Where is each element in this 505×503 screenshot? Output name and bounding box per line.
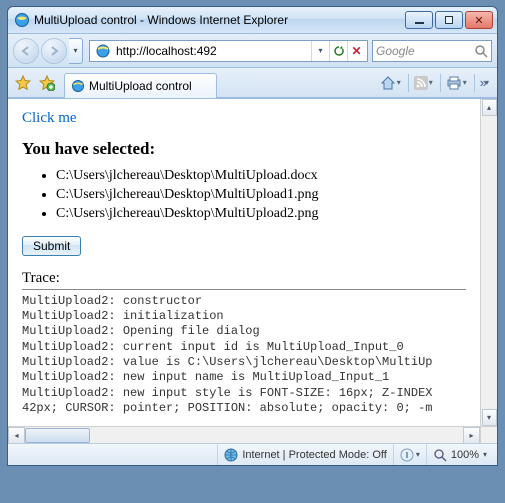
home-button[interactable]: ▾: [378, 72, 403, 94]
vertical-scrollbar[interactable]: ▴ ▾: [480, 99, 497, 426]
window-buttons: ✕: [403, 11, 493, 29]
scroll-down-button[interactable]: ▾: [482, 409, 497, 426]
address-dropdown[interactable]: ▾: [311, 41, 329, 61]
maximize-button[interactable]: [435, 11, 463, 29]
scroll-right-button[interactable]: ▸: [463, 427, 480, 444]
viewport: Click me You have selected: C:\Users\jlc…: [8, 98, 497, 443]
back-button[interactable]: [13, 38, 39, 64]
refresh-button[interactable]: [329, 41, 347, 61]
window-title: MultiUpload control - Windows Internet E…: [34, 13, 403, 27]
print-button[interactable]: ▾: [444, 72, 469, 94]
zoom-icon: [433, 448, 447, 462]
tab-label: MultiUpload control: [89, 79, 192, 93]
ie-icon: [14, 12, 30, 28]
address-bar: ▾ ✕: [89, 40, 368, 62]
zone-text: Internet | Protected Mode: Off: [242, 449, 387, 461]
stop-button[interactable]: ✕: [347, 41, 365, 61]
active-tab[interactable]: MultiUpload control: [64, 73, 217, 98]
search-placeholder: Google: [376, 44, 415, 58]
command-bar: MultiUpload control ▾ ▾ ▾ »▾: [8, 68, 497, 98]
forward-button[interactable]: [41, 38, 67, 64]
search-box[interactable]: Google: [372, 40, 492, 62]
file-list: C:\Users\jlchereau\Desktop\MultiUpload.d…: [22, 167, 466, 224]
close-button[interactable]: ✕: [465, 11, 493, 29]
trace-output: MultiUpload2: constructor MultiUpload2: …: [22, 294, 466, 417]
privacy-indicator[interactable]: ▾: [394, 444, 427, 465]
scroll-corner: [480, 426, 497, 443]
page-content: Click me You have selected: C:\Users\jlc…: [8, 99, 480, 426]
title-bar: MultiUpload control - Windows Internet E…: [8, 7, 497, 34]
url-input[interactable]: [114, 42, 311, 60]
selected-heading: You have selected:: [22, 139, 466, 159]
trace-label: Trace:: [22, 270, 466, 287]
scroll-thumb[interactable]: [25, 428, 90, 443]
feeds-button[interactable]: ▾: [412, 72, 435, 94]
zoom-value: 100%: [451, 449, 479, 461]
browser-window: MultiUpload control - Windows Internet E…: [7, 6, 498, 466]
click-me-link[interactable]: Click me: [22, 110, 77, 126]
scroll-up-button[interactable]: ▴: [482, 99, 497, 116]
globe-icon: [224, 448, 238, 462]
page-icon: [95, 43, 111, 59]
add-favorite-button[interactable]: [36, 72, 58, 94]
minimize-button[interactable]: [405, 11, 433, 29]
tab-favicon: [71, 79, 85, 93]
status-bar: Internet | Protected Mode: Off ▾ 100% ▾: [8, 443, 497, 465]
favorites-button[interactable]: [12, 72, 34, 94]
zoom-control[interactable]: 100% ▾: [427, 444, 493, 465]
nav-bar: ▾ ▾ ✕ Google: [8, 34, 497, 68]
security-zone[interactable]: Internet | Protected Mode: Off: [218, 444, 394, 465]
recent-pages-dropdown[interactable]: ▾: [69, 38, 83, 64]
command-menu-button[interactable]: »▾: [478, 72, 491, 94]
divider: [22, 289, 466, 290]
horizontal-scrollbar[interactable]: ◂ ▸: [8, 426, 480, 443]
search-icon: [474, 44, 488, 58]
scroll-left-button[interactable]: ◂: [8, 427, 25, 444]
submit-button[interactable]: Submit: [22, 236, 81, 256]
list-item: C:\Users\jlchereau\Desktop\MultiUpload1.…: [56, 186, 466, 205]
list-item: C:\Users\jlchereau\Desktop\MultiUpload.d…: [56, 167, 466, 186]
list-item: C:\Users\jlchereau\Desktop\MultiUpload2.…: [56, 205, 466, 224]
